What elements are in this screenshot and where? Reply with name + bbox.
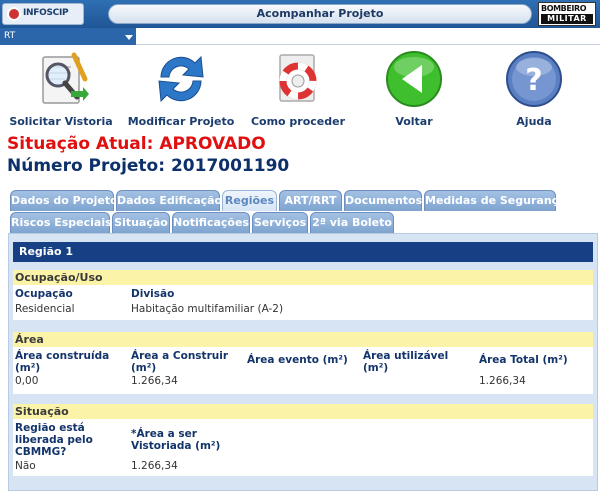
page-title-bar: Acompanhar Projeto [108, 4, 532, 24]
back-arrow-icon [386, 51, 442, 107]
ocupacao-label: Ocupação [15, 288, 73, 300]
tab-situacao[interactable]: Situação [112, 212, 170, 233]
tab-servicos[interactable]: Serviços [252, 212, 308, 233]
divisao-value: Habitação multifamiliar (A-2) [131, 303, 284, 315]
page-title: Acompanhar Projeto [256, 7, 384, 20]
tab-documentos[interactable]: Documentos [344, 190, 422, 211]
regiao-liberada-label: Região está liberada pelo CBMMG? [15, 422, 93, 458]
regiao-liberada-value: Não [15, 460, 36, 472]
area-section: Área Área construída (m²) 0,00 Área a Co… [13, 332, 593, 394]
solicitar-vistoria-label: Solicitar Vistoria [9, 115, 113, 128]
tab-dados-edificacao[interactable]: Dados Edificação [116, 190, 222, 211]
area-total-value: 1.266,34 [479, 375, 526, 387]
region-title-bar: Região 1 [13, 242, 593, 262]
area-a-construir-value: 1.266,34 [131, 375, 178, 387]
infoscip-logo-text: INFOSCIP [23, 8, 69, 18]
refresh-arrows-icon [158, 55, 204, 103]
ajuda-label: Ajuda [516, 115, 552, 128]
area-total-label: Área Total (m²) [479, 354, 568, 366]
numero-projeto-heading: Número Projeto: 2017001190 [7, 156, 290, 176]
area-section-heading: Área [13, 332, 593, 347]
inspection-icon [42, 52, 89, 104]
ocupacao-value: Residencial [15, 303, 75, 315]
tab-dados-do-projeto[interactable]: Dados do Projeto [10, 190, 118, 211]
action-toolbar: Solicitar Vistoria Modificar Projeto Com… [0, 45, 600, 130]
divisao-label: Divisão [131, 288, 175, 300]
modificar-projeto-button[interactable]: Modificar Projeto [122, 47, 240, 129]
area-a-construir-label: Área a Construir (m²) [131, 350, 229, 374]
como-proceder-button[interactable]: Como proceder [238, 47, 358, 129]
situacao-section-heading: Situação [13, 404, 593, 419]
profile-selector-bar: RT [0, 28, 600, 45]
area-construida-label: Área construída (m²) [15, 350, 110, 374]
ocupacao-section-heading: Ocupação/Uso [13, 270, 593, 285]
area-evento-label: Área evento (m²) [247, 354, 348, 366]
infoscip-logo: INFOSCIP [2, 3, 84, 25]
svg-text:?: ? [525, 63, 542, 98]
tab-notificacoes[interactable]: Notificações [172, 212, 250, 233]
tab-2a-via-boleto[interactable]: 2ª via Boleto [310, 212, 394, 233]
ocupacao-section: Ocupação/Uso Ocupação Residencial Divisã… [13, 270, 593, 320]
situacao-section: Situação Região está liberada pelo CBMMG… [13, 404, 593, 476]
bombeiro-logo-top-text: BOMBEIRO [541, 4, 587, 13]
voltar-button[interactable]: Voltar [362, 47, 466, 129]
bombeiro-logo-bottom-text: MILITAR [541, 14, 593, 24]
como-proceder-label: Como proceder [250, 115, 346, 128]
area-construida-value: 0,00 [15, 375, 39, 387]
voltar-label: Voltar [395, 115, 433, 128]
regioes-panel: Região 1 Ocupação/Uso Ocupação Residenci… [8, 233, 598, 491]
modificar-projeto-label: Modificar Projeto [127, 115, 235, 128]
chevron-down-icon [125, 35, 133, 40]
top-header-bar: INFOSCIP Acompanhar Projeto BOMBEIRO MIL… [0, 0, 600, 28]
area-a-ser-vistoriada-value: 1.266,34 [131, 460, 178, 472]
tab-regioes[interactable]: Regiões [222, 190, 277, 211]
help-icon: ? [506, 51, 562, 107]
area-utilizavel-label: Área utilizável (m²) [363, 350, 449, 374]
solicitar-vistoria-button[interactable]: Solicitar Vistoria [2, 47, 120, 129]
bombeiro-militar-logo: BOMBEIRO MILITAR [538, 2, 596, 26]
profile-select[interactable]: RT [0, 28, 136, 45]
tab-riscos-especiais[interactable]: Riscos Especiais [10, 212, 112, 233]
tab-art-rrt[interactable]: ART/RRT [279, 190, 342, 211]
lifebuoy-icon [279, 54, 317, 102]
tab-medidas-de-seguranca[interactable]: Medidas de Segurança [424, 190, 566, 211]
profile-select-value: RT [4, 31, 16, 41]
area-a-ser-vistoriada-label: *Área a ser Vistoriada (m²) [131, 428, 221, 452]
infoscip-logo-mark-icon [7, 7, 21, 21]
ajuda-button[interactable]: ? Ajuda [482, 47, 586, 129]
situacao-atual-heading: Situação Atual: APROVADO [7, 134, 266, 154]
